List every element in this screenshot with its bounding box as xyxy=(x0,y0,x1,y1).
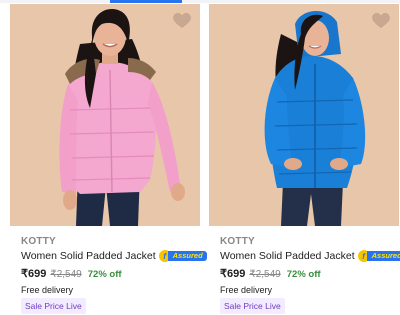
original-price: ₹2,549 xyxy=(249,269,281,280)
price-row: ₹699 ₹2,549 72% off xyxy=(21,267,122,280)
product-image[interactable] xyxy=(209,4,399,226)
discount-percent: 72% off xyxy=(87,269,122,280)
product-card[interactable]: KOTTY Women Solid Padded Jacket f Assure… xyxy=(10,4,207,315)
top-strip-accent xyxy=(110,0,182,3)
product-photo-blue-jacket xyxy=(209,4,399,226)
assured-badge: f Assured xyxy=(357,250,400,262)
title-row[interactable]: Women Solid Padded Jacket f Assured xyxy=(220,250,400,262)
delivery-info: Free delivery xyxy=(220,285,273,295)
product-title[interactable]: Women Solid Padded Jacket xyxy=(21,250,156,262)
product-image[interactable] xyxy=(10,4,200,226)
brand-name: KOTTY xyxy=(220,236,255,247)
top-strip xyxy=(0,0,400,3)
price-row: ₹699 ₹2,549 72% off xyxy=(220,267,321,280)
heart-icon[interactable] xyxy=(172,10,192,30)
brand-name: KOTTY xyxy=(21,236,56,247)
product-card[interactable]: KOTTY Women Solid Padded Jacket f Assure… xyxy=(209,4,400,315)
product-title[interactable]: Women Solid Padded Jacket xyxy=(220,250,355,262)
assured-label: Assured xyxy=(366,251,400,261)
selling-price: ₹699 xyxy=(21,268,47,280)
product-photo-pink-jacket xyxy=(10,4,200,226)
delivery-info: Free delivery xyxy=(21,285,74,295)
assured-badge: f Assured xyxy=(158,250,207,262)
selling-price: ₹699 xyxy=(220,268,246,280)
heart-icon[interactable] xyxy=(371,10,391,30)
sale-price-badge: Sale Price Live xyxy=(220,298,285,314)
discount-percent: 72% off xyxy=(286,269,321,280)
assured-label: Assured xyxy=(167,251,207,261)
original-price: ₹2,549 xyxy=(50,269,82,280)
sale-price-badge: Sale Price Live xyxy=(21,298,86,314)
title-row[interactable]: Women Solid Padded Jacket f Assured xyxy=(21,250,207,262)
